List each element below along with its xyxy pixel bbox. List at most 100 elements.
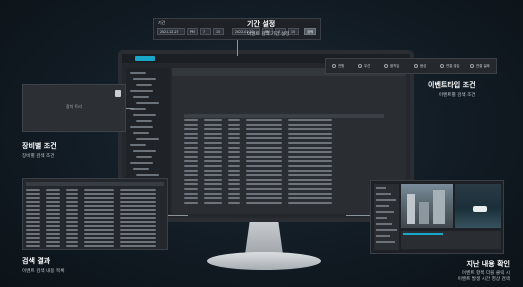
table-row[interactable] xyxy=(26,229,164,231)
radio-icon xyxy=(384,64,388,68)
table-row[interactable] xyxy=(184,146,384,150)
table-row[interactable] xyxy=(26,213,164,215)
table-row[interactable] xyxy=(184,141,384,145)
connector-line xyxy=(168,215,188,216)
tree-item[interactable] xyxy=(133,114,156,116)
tree-item[interactable] xyxy=(136,84,152,86)
table-row[interactable] xyxy=(26,201,164,203)
event-option-3[interactable]: 음성 xyxy=(414,63,426,68)
radio-icon xyxy=(332,64,336,68)
tree-item[interactable] xyxy=(133,78,156,80)
table-row[interactable] xyxy=(26,233,164,235)
camera-view-road[interactable] xyxy=(455,184,501,228)
device-panel-text: 장치 트리 xyxy=(66,104,82,109)
event-option-label: 움직임 xyxy=(390,64,400,68)
table-row[interactable] xyxy=(26,189,164,191)
callout-subtitle: 이벤트 검색 내용 목록 xyxy=(22,269,65,274)
camera-view-street[interactable] xyxy=(401,184,453,228)
radio-icon xyxy=(470,64,474,68)
event-option-0[interactable]: 전원 xyxy=(332,63,344,68)
device-condition-panel[interactable]: 장치 트리 xyxy=(22,84,126,132)
callout-event-type: 이벤트타입 조건 이벤트별 검색 조건 xyxy=(428,80,476,98)
event-option-2[interactable]: 움직임 xyxy=(384,63,399,68)
table-row[interactable] xyxy=(184,169,384,173)
table-row[interactable] xyxy=(26,245,164,247)
table-row[interactable] xyxy=(184,178,384,182)
table-row[interactable] xyxy=(184,128,384,131)
video-setting-row xyxy=(376,211,394,213)
event-option-label: 음성 xyxy=(420,64,427,68)
table-row[interactable] xyxy=(184,164,384,168)
callout-subtitle-line2: 이벤트 발생 시간 영상 검색 xyxy=(457,277,510,282)
table-row[interactable] xyxy=(184,183,384,186)
playback-timeline[interactable] xyxy=(401,231,501,249)
callout-title: 기간 설정 xyxy=(247,20,276,28)
video-playback-panel xyxy=(370,180,504,254)
tree-item[interactable] xyxy=(133,132,149,134)
connector-line xyxy=(126,108,134,109)
table-row[interactable] xyxy=(184,192,384,196)
trash-icon[interactable] xyxy=(115,90,121,97)
timeline-progress xyxy=(403,233,443,235)
table-row[interactable] xyxy=(184,197,384,200)
radio-icon xyxy=(414,64,418,68)
table-row[interactable] xyxy=(26,217,164,219)
video-setting-row xyxy=(376,217,387,219)
video-setting-row xyxy=(376,199,396,201)
table-row[interactable] xyxy=(184,187,384,191)
callout-device: 장비별 조건 장비별 검색 조건 xyxy=(22,141,57,159)
event-option-label: 무선 xyxy=(364,64,371,68)
start-ampm-select[interactable]: PM xyxy=(187,28,198,35)
start-date-input[interactable]: 2021-12-27 xyxy=(157,28,185,35)
table-row[interactable] xyxy=(26,221,164,223)
table-row[interactable] xyxy=(184,160,384,163)
tree-item[interactable] xyxy=(130,126,153,128)
callout-title: 장비별 조건 xyxy=(22,142,57,150)
table-row[interactable] xyxy=(26,241,164,243)
tree-item[interactable] xyxy=(133,168,149,170)
tree-item[interactable] xyxy=(130,90,153,92)
tree-item[interactable] xyxy=(130,162,153,164)
table-row[interactable] xyxy=(26,225,164,227)
video-sidebar xyxy=(374,184,399,250)
tree-item[interactable] xyxy=(133,96,149,98)
callout-title: 이벤트타입 조건 xyxy=(428,81,476,89)
table-row[interactable] xyxy=(26,237,164,239)
connector-line xyxy=(346,215,370,216)
table-row[interactable] xyxy=(184,137,384,140)
tree-item[interactable] xyxy=(136,120,152,122)
table-row[interactable] xyxy=(184,119,384,122)
event-option-1[interactable]: 무선 xyxy=(358,63,370,68)
tree-item[interactable] xyxy=(136,102,159,104)
video-setting-row xyxy=(376,235,390,237)
tree-item[interactable] xyxy=(136,174,159,176)
start-hour-select[interactable]: 7 xyxy=(200,28,211,35)
table-row[interactable] xyxy=(184,201,384,205)
start-minute-select[interactable]: 15 xyxy=(213,28,224,35)
callout-history: 지난 내용 확인 이벤트 항목 더블 클릭 시 이벤트 발생 시간 영상 검색 xyxy=(420,259,510,282)
video-setting-row xyxy=(376,223,392,225)
tree-item[interactable] xyxy=(130,72,146,74)
search-button[interactable]: 검색 xyxy=(304,28,316,35)
search-results-panel xyxy=(22,178,168,250)
tree-item[interactable] xyxy=(136,156,152,158)
table-row[interactable] xyxy=(26,209,164,211)
table-row[interactable] xyxy=(26,193,164,195)
end-minute-select[interactable]: 15 xyxy=(288,28,299,35)
table-row[interactable] xyxy=(26,197,164,199)
tree-item[interactable] xyxy=(136,138,159,140)
table-row[interactable] xyxy=(184,132,384,136)
event-option-4[interactable]: 연결 끊김 xyxy=(440,63,460,68)
table-row[interactable] xyxy=(184,151,384,154)
tree-item[interactable] xyxy=(133,150,156,152)
event-option-label: 연결 끊김 xyxy=(446,64,460,68)
table-row[interactable] xyxy=(184,174,384,177)
video-setting-row xyxy=(376,229,397,231)
table-row[interactable] xyxy=(26,205,164,207)
event-option-label: 연결 실패 xyxy=(476,64,490,68)
tree-item[interactable] xyxy=(130,144,146,146)
table-row[interactable] xyxy=(184,123,384,127)
callout-subtitle: 장비별 검색 조건 xyxy=(22,154,55,159)
event-option-5[interactable]: 연결 실패 xyxy=(470,63,490,68)
table-row[interactable] xyxy=(184,155,384,159)
